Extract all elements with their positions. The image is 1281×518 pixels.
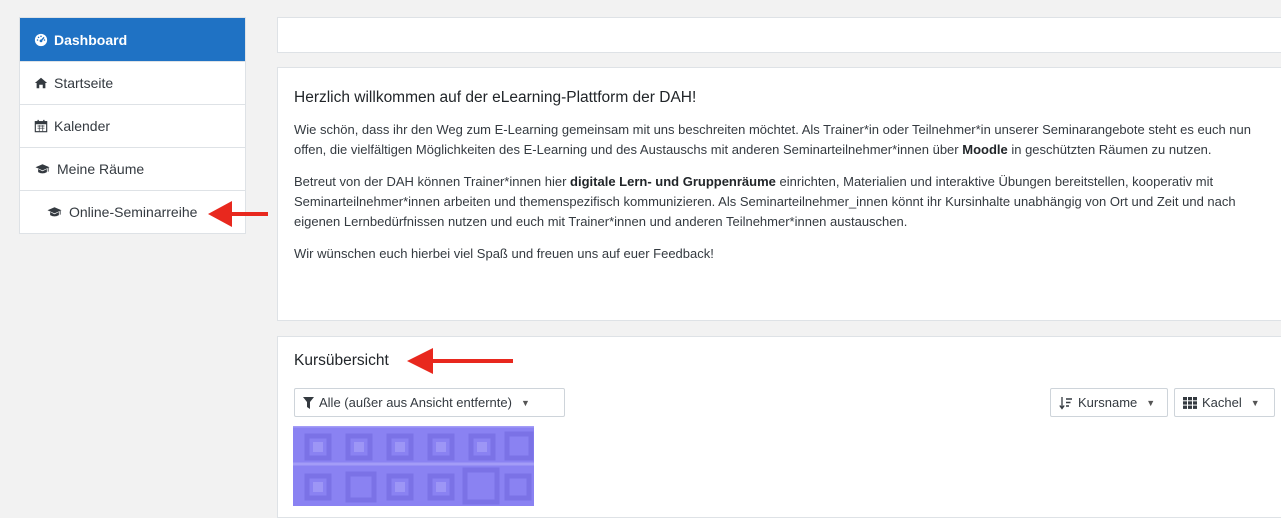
filter-icon — [303, 396, 314, 409]
course-pattern-image — [293, 426, 534, 506]
course-filter-label: Alle (außer aus Ansicht entfernte) — [319, 395, 512, 410]
course-tile-image[interactable] — [293, 426, 534, 506]
home-icon — [34, 77, 48, 89]
sidebar-item-startseite[interactable]: Startseite — [20, 61, 245, 104]
sidebar-item-kalender[interactable]: Kalender — [20, 104, 245, 147]
lernraeume-bold: digitale Lern- und Gruppenräume — [570, 174, 776, 189]
welcome-card: Herzlich willkommen auf der eLearning-Pl… — [277, 67, 1281, 321]
course-view-dropdown[interactable]: Kachel ▼ — [1174, 388, 1275, 417]
course-sort-dropdown[interactable]: Kursname ▼ — [1050, 388, 1168, 417]
moodle-bold: Moodle — [962, 142, 1008, 157]
course-filter-dropdown[interactable]: Alle (außer aus Ansicht entfernte) ▼ — [294, 388, 565, 417]
sidebar-item-label: Dashboard — [54, 31, 128, 48]
welcome-paragraph-1: Wie schön, dass ihr den Weg zum E-Learni… — [294, 122, 1251, 157]
sidebar-item-label: Startseite — [54, 75, 114, 91]
welcome-paragraph-2: Betreut von der DAH können Trainer*innen… — [294, 174, 1236, 229]
annotation-arrow-courses — [407, 348, 513, 374]
graduation-cap-icon — [35, 164, 50, 174]
course-sort-label: Kursname — [1078, 395, 1138, 410]
sidebar-item-meine-raeume[interactable]: Meine Räume — [20, 147, 245, 190]
sidebar-item-dashboard[interactable]: Dashboard — [20, 18, 245, 61]
chevron-down-icon: ▼ — [1146, 397, 1156, 408]
welcome-title: Herzlich willkommen auf der eLearning-Pl… — [294, 89, 697, 106]
sort-alpha-icon — [1059, 396, 1072, 410]
sidebar-item-label: Meine Räume — [57, 161, 145, 177]
calendar-icon — [34, 119, 48, 133]
course-view-label: Kachel — [1202, 395, 1242, 410]
annotation-arrow-sidebar — [208, 201, 268, 227]
grid-icon — [1183, 396, 1197, 409]
chevron-down-icon: ▼ — [1250, 397, 1260, 408]
welcome-paragraph-3: Wir wünschen euch hierbei viel Spaß und … — [294, 246, 714, 261]
sidebar-item-label: Online-Seminarreihe — [69, 204, 198, 220]
course-overview-title: Kursübersicht — [294, 352, 389, 369]
graduation-cap-icon — [47, 207, 62, 217]
chevron-down-icon: ▼ — [520, 397, 530, 408]
page-header-card — [277, 17, 1281, 53]
sidebar-item-label: Kalender — [54, 118, 111, 134]
tachometer-icon — [34, 33, 48, 46]
